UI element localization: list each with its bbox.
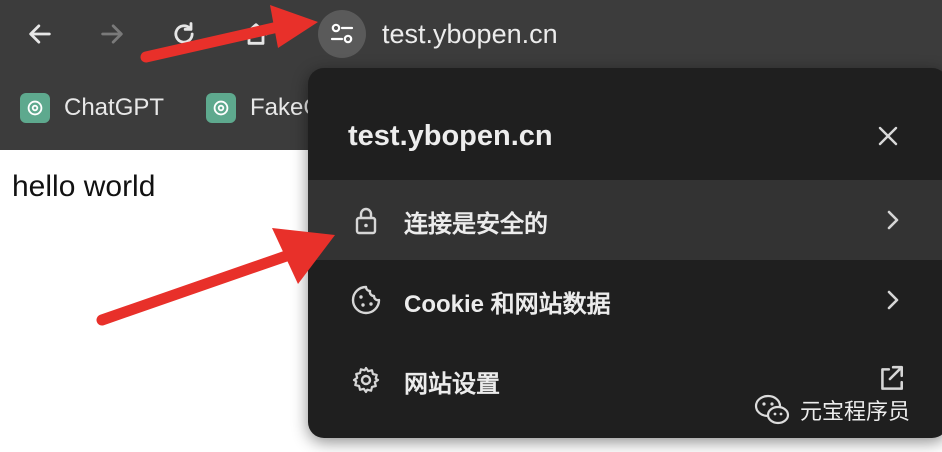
home-button[interactable] xyxy=(236,14,276,54)
browser-toolbar: test.ybopen.cn xyxy=(0,0,942,68)
bookmark-chatgpt[interactable]: ChatGPT xyxy=(20,88,164,128)
bookmark-label: ChatGPT xyxy=(64,94,165,121)
reload-icon xyxy=(174,22,194,44)
close-button[interactable] xyxy=(870,118,906,154)
lock-icon xyxy=(355,207,377,235)
row-label: 连接是安全的 xyxy=(404,211,548,238)
close-icon xyxy=(878,126,898,146)
gear-icon xyxy=(352,366,380,394)
row-label: Cookie 和网站数据 xyxy=(404,291,611,318)
cookie-icon xyxy=(351,285,381,315)
site-info-button[interactable] xyxy=(318,10,366,58)
arrow-right-icon xyxy=(101,24,123,44)
address-bar-url[interactable]: test.ybopen.cn xyxy=(382,19,558,50)
cookie-site-data-row[interactable]: Cookie 和网站数据 xyxy=(308,260,942,340)
watermark-text: 元宝程序员 xyxy=(800,399,911,424)
page-body-text: hello world xyxy=(12,170,156,203)
home-icon xyxy=(244,23,268,45)
back-button[interactable] xyxy=(20,14,60,54)
chevron-right-icon xyxy=(887,210,899,230)
openai-icon xyxy=(206,93,236,123)
row-label: 网站设置 xyxy=(404,371,500,398)
popup-title: test.ybopen.cn xyxy=(348,120,553,152)
chevron-right-icon xyxy=(887,290,899,310)
tune-icon xyxy=(330,23,354,44)
arrow-left-icon xyxy=(29,24,51,44)
wechat-icon xyxy=(754,394,790,425)
reload-button[interactable] xyxy=(164,14,204,54)
openai-icon xyxy=(20,93,50,123)
watermark: 元宝程序员 xyxy=(752,388,910,432)
bookmark-fakeg[interactable]: FakeG xyxy=(206,88,322,128)
connection-secure-row[interactable]: 连接是安全的 xyxy=(308,180,942,260)
forward-button[interactable] xyxy=(92,14,132,54)
site-info-popup: test.ybopen.cn 连接是安全的 Cookie 和网站数据 网站设置 xyxy=(308,68,942,438)
